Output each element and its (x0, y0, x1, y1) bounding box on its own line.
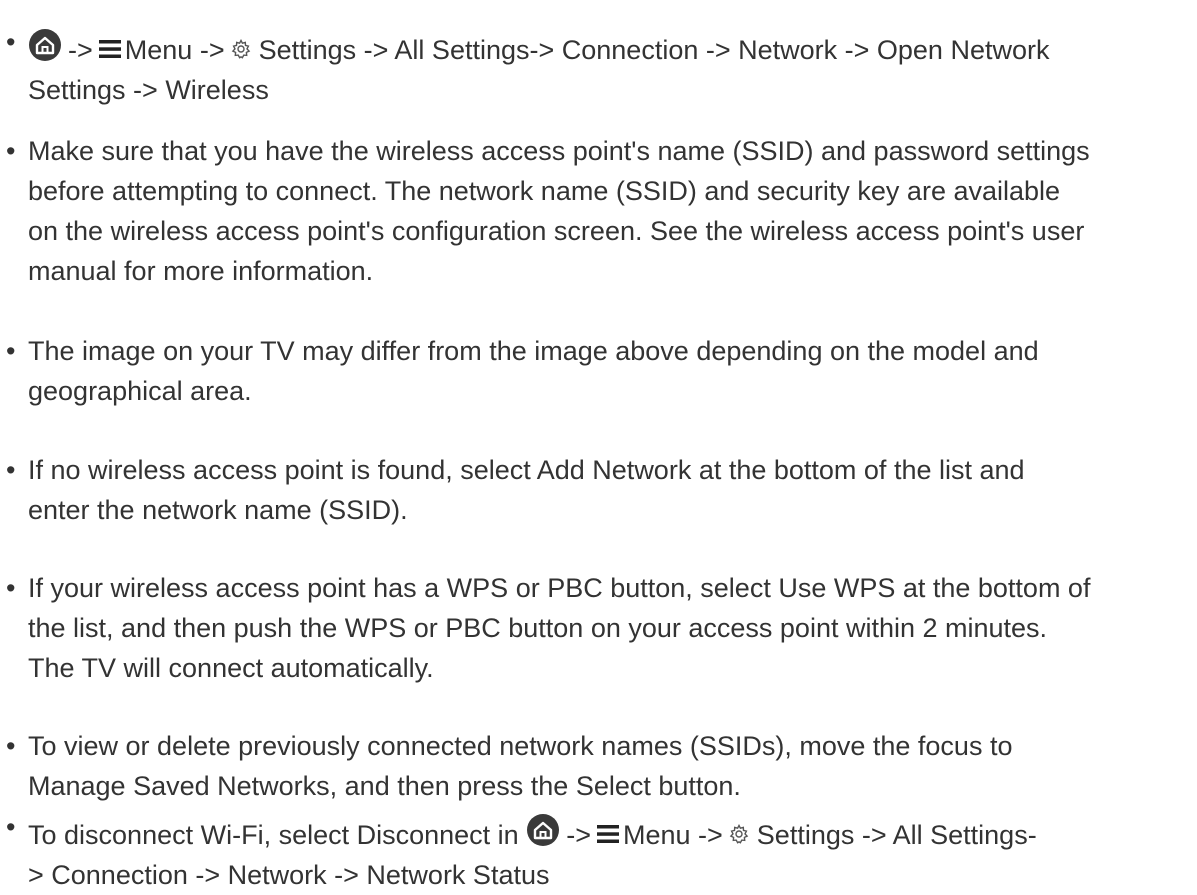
item-text: geographical area. (28, 376, 252, 406)
item-text: the list, and then push the WPS or PBC b… (28, 613, 1048, 643)
bullet: • (6, 136, 16, 166)
menu-label: Menu (622, 820, 691, 850)
path-separator: -> (199, 35, 225, 65)
path-separator: -> (566, 820, 591, 850)
list-item-navigation-path: • -> Menu -> Settings -> All Settings-> … (6, 22, 1186, 110)
item-text: Make sure that you have the wireless acc… (28, 136, 1090, 166)
home-icon (29, 29, 61, 61)
bullet: • (6, 731, 16, 761)
bullet: • (6, 27, 16, 57)
home-icon (527, 814, 560, 846)
bullet: • (6, 455, 16, 485)
list-item-ssid-requirement: • Make sure that you have the wireless ac… (6, 131, 1186, 291)
list-item-add-network: • If no wireless access point is found, s… (6, 450, 1186, 530)
gear-icon (231, 39, 250, 59)
list-item-manage-saved-networks: • To view or delete previously connected … (6, 726, 1186, 806)
navigation-path-continuation: Settings -> Wireless (28, 75, 269, 105)
item-text: The image on your TV may differ from the… (28, 336, 1039, 366)
bullet: • (6, 573, 16, 603)
list-item-disconnect-wifi: • To disconnect Wi-Fi, select Disconnect … (6, 807, 1186, 895)
item-text: Manage Saved Networks, and then press th… (28, 771, 741, 801)
hamburger-menu-icon (98, 40, 121, 58)
item-text: enter the network name (SSID). (28, 495, 408, 525)
item-text: on the wireless access point's configura… (28, 216, 1085, 246)
bullet: • (6, 336, 16, 366)
item-text: The TV will connect automatically. (28, 653, 434, 683)
gear-icon (729, 824, 749, 844)
instructions-document: • -> Menu -> Settings -> All Settings-> … (0, 0, 1197, 890)
item-text: To disconnect Wi-Fi, select Disconnect i… (28, 820, 519, 850)
bullet: • (6, 812, 16, 842)
list-item-use-wps: • If your wireless access point has a WPS… (6, 568, 1186, 688)
hamburger-menu-icon (596, 825, 619, 843)
item-text: manual for more information. (28, 256, 374, 286)
menu-label: Menu (124, 35, 193, 65)
item-text: If your wireless access point has a WPS … (28, 573, 1091, 603)
navigation-path-text: Settings -> All Settings-> Connection ->… (258, 35, 1050, 65)
list-item-image-disclaimer: • The image on your TV may differ from th… (6, 331, 1186, 411)
item-text: If no wireless access point is found, se… (28, 455, 1025, 485)
item-text: To view or delete previously connected n… (28, 731, 1013, 761)
item-text: Settings -> All Settings- (756, 820, 1037, 850)
item-text: before attempting to connect. The networ… (28, 176, 1061, 206)
path-separator: -> (68, 35, 93, 65)
path-separator: -> (698, 820, 723, 850)
